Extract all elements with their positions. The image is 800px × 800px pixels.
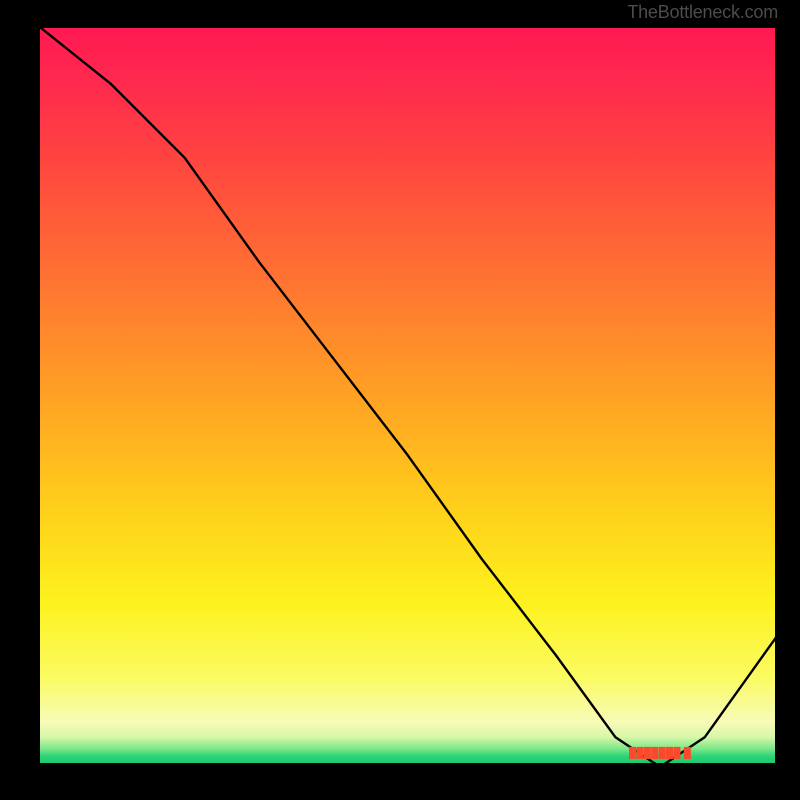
attribution-text: TheBottleneck.com <box>627 2 778 23</box>
chart-root: TheBottleneck.com ███████ █ <box>0 0 800 800</box>
optimal-marker: ███████ █ <box>629 748 691 759</box>
plot-area: ███████ █ <box>36 24 779 767</box>
bottleneck-curve <box>36 24 779 767</box>
curve-layer <box>36 24 779 767</box>
